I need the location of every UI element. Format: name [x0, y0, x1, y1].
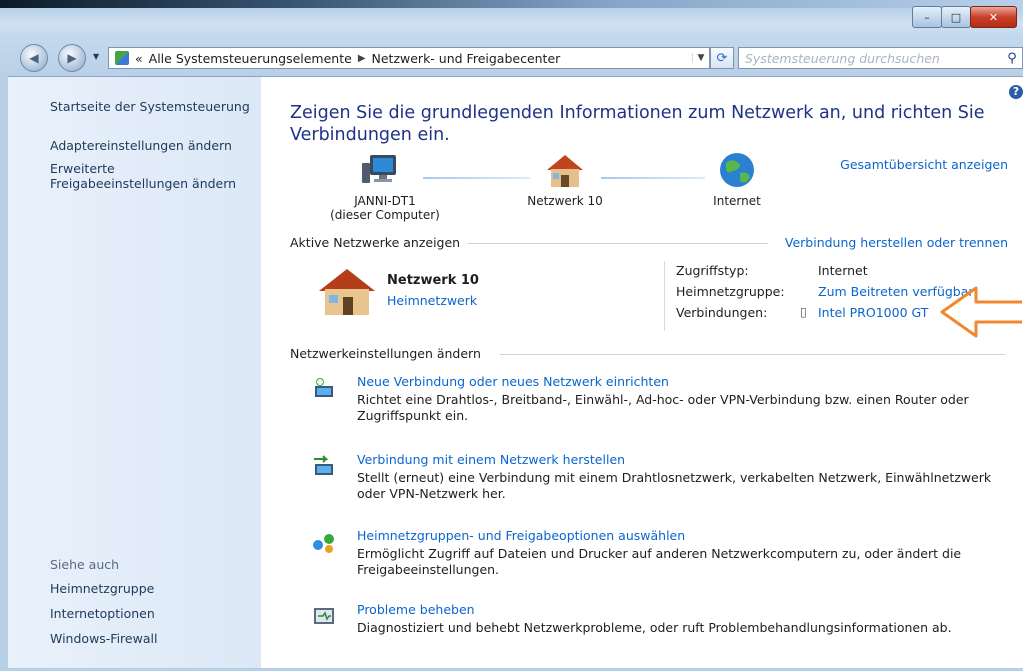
network-type-link[interactable]: Heimnetzwerk	[387, 293, 477, 308]
page-title: Zeigen Sie die grundlegenden Information…	[290, 102, 1000, 146]
sidebar-item-homegroup[interactable]: Heimnetzgruppe	[50, 581, 154, 596]
back-button[interactable]: ◀	[20, 44, 48, 72]
homegroup-label: Heimnetzgruppe:	[676, 284, 785, 299]
sidebar-item-home[interactable]: Startseite der Systemsteuerung	[50, 99, 250, 114]
see-also-heading: Siehe auch	[50, 557, 120, 572]
window-frame: Startseite der Systemsteuerung Adapterei…	[8, 76, 1023, 668]
breadcrumb-overflow[interactable]: «	[135, 51, 143, 66]
task-connect-network-link[interactable]: Verbindung mit einem Netzwerk herstellen	[357, 452, 625, 467]
sidebar-item-windows-firewall[interactable]: Windows-Firewall	[50, 631, 157, 646]
search-icon[interactable]: ⚲	[1002, 51, 1022, 66]
refresh-icon: ⟳	[716, 50, 728, 66]
map-node-computer-sub: (dieser Computer)	[330, 208, 440, 222]
task-new-connection-link[interactable]: Neue Verbindung oder neues Netzwerk einr…	[357, 374, 669, 389]
sidebar-item-adapter-settings[interactable]: Adaptereinstellungen ändern	[50, 138, 232, 153]
back-arrow-icon: ◀	[29, 51, 39, 65]
ethernet-adapter-icon: ▯	[800, 304, 807, 319]
active-networks-heading: Aktive Netzwerke anzeigen	[290, 235, 461, 250]
task-homegroup-options-link[interactable]: Heimnetzgruppen- und Freigabeoptionen au…	[357, 528, 685, 543]
breadcrumb-item-network-center[interactable]: Netzwerk- und Freigabecenter	[372, 51, 561, 66]
main-content: ? Zeigen Sie die grundlegenden Informati…	[290, 77, 1023, 668]
network-panel-divider	[664, 261, 665, 331]
minimize-button[interactable]: –	[912, 6, 942, 28]
network-house-icon	[319, 269, 375, 315]
history-dropdown-icon[interactable]: ▼	[93, 52, 99, 61]
connections-label: Verbindungen:	[676, 305, 768, 320]
task-troubleshoot-desc: Diagnostiziert und behebt Netzwerkproble…	[357, 620, 952, 635]
page-title-line-2: Verbindungen ein.	[290, 125, 450, 145]
map-node-computer-name: JANNI-DT1	[354, 194, 416, 208]
explorer-window: – □ ✕ ◀ ▶ ▼ « Alle Systemsteuerungseleme…	[0, 0, 1023, 671]
forward-arrow-icon: ▶	[67, 51, 77, 65]
active-network-panel: Netzwerk 10 Heimnetzwerk Zugriffstyp: In…	[290, 261, 1023, 331]
address-dropdown-icon[interactable]: ▼	[692, 53, 709, 63]
close-button[interactable]: ✕	[970, 6, 1017, 28]
control-panel-icon	[115, 51, 129, 65]
homegroup-icon	[313, 534, 334, 553]
internet-globe-icon	[720, 153, 754, 187]
map-node-internet: Internet	[713, 194, 761, 208]
navigation-bar: ◀ ▶ ▼ « Alle Systemsteuerungselemente ▶ …	[20, 44, 1023, 72]
annotation-arrow-icon	[940, 286, 1022, 338]
search-input[interactable]: Systemsteuerung durchsuchen	[739, 51, 1002, 66]
computer-icon	[362, 155, 396, 183]
connect-disconnect-link[interactable]: Verbindung herstellen oder trennen	[785, 235, 1008, 250]
task-connect-network-desc: Stellt (erneut) eine Verbindung mit eine…	[357, 470, 992, 501]
breadcrumb-item-all-control-panel[interactable]: Alle Systemsteuerungselemente	[149, 51, 352, 66]
maximize-button[interactable]: □	[941, 6, 971, 28]
task-new-connection-desc: Richtet eine Drahtlos-, Breitband-, Einw…	[357, 392, 969, 423]
home-network-icon	[547, 155, 583, 187]
sidebar-item-advanced-sharing-2[interactable]: Freigabeeinstellungen ändern	[50, 176, 236, 191]
troubleshoot-icon	[314, 608, 334, 624]
task-troubleshoot-link[interactable]: Probleme beheben	[357, 602, 475, 617]
caption-buttons: – □ ✕	[912, 6, 1017, 28]
connect-network-icon	[314, 455, 333, 475]
breadcrumb-separator-icon[interactable]: ▶	[358, 53, 366, 64]
map-node-computer: JANNI-DT1 (dieser Computer)	[310, 194, 460, 222]
connection-adapter-link[interactable]: Intel PRO1000 GT	[818, 305, 928, 320]
help-icon[interactable]: ?	[1009, 85, 1023, 99]
map-link-line-2	[601, 177, 705, 179]
network-setup-icon	[315, 378, 333, 397]
network-settings-divider	[500, 354, 1005, 355]
full-map-link[interactable]: Gesamtübersicht anzeigen	[840, 157, 1008, 172]
sidebar-item-advanced-sharing-1[interactable]: Erweiterte	[50, 161, 115, 176]
active-networks-divider	[468, 243, 768, 244]
sidebar-item-internet-options[interactable]: Internetoptionen	[50, 606, 155, 621]
map-node-network: Netzwerk 10	[527, 194, 603, 208]
page-title-line-1: Zeigen Sie die grundlegenden Information…	[290, 103, 985, 123]
title-bar-shadow	[0, 0, 1023, 8]
map-link-line-1	[423, 177, 530, 179]
task-homegroup-options-desc: Ermöglicht Zugriff auf Dateien und Druck…	[357, 546, 962, 577]
forward-button[interactable]: ▶	[58, 44, 86, 72]
sidebar: Startseite der Systemsteuerung Adapterei…	[8, 77, 261, 668]
search-box[interactable]: Systemsteuerung durchsuchen ⚲	[738, 47, 1023, 69]
address-bar[interactable]: « Alle Systemsteuerungselemente ▶ Netzwe…	[108, 47, 710, 69]
access-type-label: Zugriffstyp:	[676, 263, 749, 278]
refresh-button[interactable]: ⟳	[710, 47, 734, 69]
network-settings-heading: Netzwerkeinstellungen ändern	[290, 346, 481, 361]
network-name: Netzwerk 10	[387, 273, 479, 288]
access-type-value: Internet	[818, 263, 868, 278]
